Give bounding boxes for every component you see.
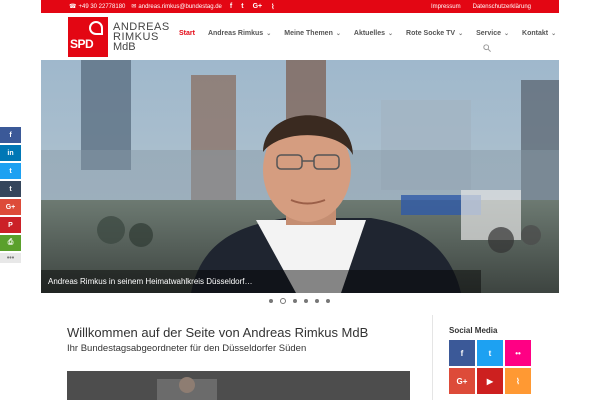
chevron-down-icon: ⌄ [551, 31, 557, 37]
nav-label: Kontakt [522, 30, 549, 37]
youtube-icon[interactable]: ▶ [477, 368, 503, 394]
spd-badge: SPD [70, 37, 94, 51]
nav-item-meine-themen[interactable]: Meine Themen ⌄ [284, 30, 341, 37]
rss-icon[interactable]: ⌇ [505, 368, 531, 394]
flag-icon [89, 21, 103, 35]
nav-item-aktuelles[interactable]: Aktuelles ⌄ [354, 30, 393, 37]
twitter-icon[interactable]: t [0, 163, 21, 179]
nav-item-start[interactable]: Start [179, 30, 195, 37]
topbar-links: Impressum Datenschutzerklärung [431, 4, 559, 10]
facebook-icon[interactable]: f [230, 3, 232, 11]
twitter-icon[interactable]: t [477, 340, 503, 366]
page-title: Willkommen auf der Seite von Andreas Rim… [67, 325, 369, 340]
google-plus-icon[interactable]: G+ [253, 3, 263, 11]
slider-caption: Andreas Rimkus in seinem Heimatwahlkreis… [41, 270, 481, 293]
print-icon[interactable]: ⎙ [0, 235, 21, 251]
sidebar-divider [432, 315, 433, 400]
logo-line-3: MdB [113, 41, 136, 53]
nav-label: Aktuelles [353, 30, 386, 37]
nav-label: Rote Socke TV [406, 30, 456, 37]
hero-photo [41, 60, 559, 293]
page: ☎ +49 30 22778180 ✉ andreas.rimkus@bunde… [0, 0, 600, 400]
chevron-down-icon: ⌄ [266, 31, 272, 37]
social-media-grid: f t •• G+ ▶ ⌇ [449, 340, 532, 394]
slider-dot-active[interactable] [280, 298, 286, 304]
phone-link[interactable]: ☎ +49 30 22778180 [69, 3, 126, 11]
social-media-title: Social Media [449, 326, 498, 335]
slider-dot[interactable] [326, 299, 330, 303]
spd-logo: SPD [68, 17, 108, 57]
slider-dot[interactable] [304, 299, 308, 303]
google-plus-icon[interactable]: G+ [449, 368, 475, 394]
google-plus-icon[interactable]: G+ [0, 199, 21, 215]
email-link[interactable]: ✉ andreas.rimkus@bundestag.de [131, 3, 222, 11]
datenschutz-link[interactable]: Datenschutzerklärung [473, 4, 531, 10]
nav-item-rote-socke-tv[interactable]: Rote Socke TV ⌄ [406, 30, 463, 37]
nav-item-service[interactable]: Service ⌄ [476, 30, 509, 37]
search-icon[interactable] [483, 44, 491, 52]
flickr-icon[interactable]: •• [505, 340, 531, 366]
facebook-icon[interactable]: f [0, 127, 21, 143]
page-subtitle: Ihr Bundestagsabgeordneter für den Düsse… [67, 343, 307, 354]
nav-label: Start [179, 30, 195, 37]
phone-number: +49 30 22778180 [78, 3, 126, 10]
contact-info: ☎ +49 30 22778180 ✉ andreas.rimkus@bunde… [41, 3, 222, 11]
more-icon[interactable]: ••• [0, 253, 21, 263]
chevron-down-icon: ⌄ [458, 31, 464, 37]
slider-dot[interactable] [269, 299, 273, 303]
slider-dot[interactable] [293, 299, 297, 303]
content-image [67, 371, 410, 400]
phone-icon: ☎ [69, 4, 77, 10]
chevron-down-icon: ⌄ [504, 31, 510, 37]
linkedin-icon[interactable]: in [0, 145, 21, 161]
nav-label: Andreas Rimkus [207, 30, 264, 37]
topbar-social: f t G+ ⌇ [230, 3, 275, 11]
header: SPD ANDREAS RIMKUS MdB Start Andreas Rim… [41, 13, 559, 60]
pinterest-icon[interactable]: P [0, 217, 21, 233]
slider-dot[interactable] [315, 299, 319, 303]
tumblr-icon[interactable]: t [0, 181, 21, 197]
impressum-link[interactable]: Impressum [431, 4, 461, 10]
share-bar: f in t t G+ P ⎙ ••• [0, 127, 21, 265]
nav-label: Service [476, 30, 502, 37]
site-logo[interactable]: SPD ANDREAS RIMKUS MdB [68, 17, 170, 57]
facebook-icon[interactable]: f [449, 340, 475, 366]
hero-slider[interactable]: Andreas Rimkus in seinem Heimatwahlkreis… [41, 60, 559, 293]
chevron-down-icon: ⌄ [335, 31, 341, 37]
email-address: andreas.rimkus@bundestag.de [138, 3, 222, 10]
nav-label: Meine Themen [284, 30, 333, 37]
logo-text: ANDREAS RIMKUS MdB [113, 22, 170, 53]
main-nav: Start Andreas Rimkus ⌄ Meine Themen ⌄ Ak… [179, 30, 556, 37]
nav-item-kontakt[interactable]: Kontakt ⌄ [522, 30, 556, 37]
rss-icon[interactable]: ⌇ [271, 3, 274, 11]
chevron-down-icon: ⌄ [388, 31, 394, 37]
nav-item-andreas-rimkus[interactable]: Andreas Rimkus ⌄ [208, 30, 271, 37]
slider-pagination [269, 298, 330, 304]
top-bar: ☎ +49 30 22778180 ✉ andreas.rimkus@bunde… [41, 0, 559, 13]
twitter-icon[interactable]: t [241, 3, 243, 11]
email-icon: ✉ [131, 4, 137, 10]
